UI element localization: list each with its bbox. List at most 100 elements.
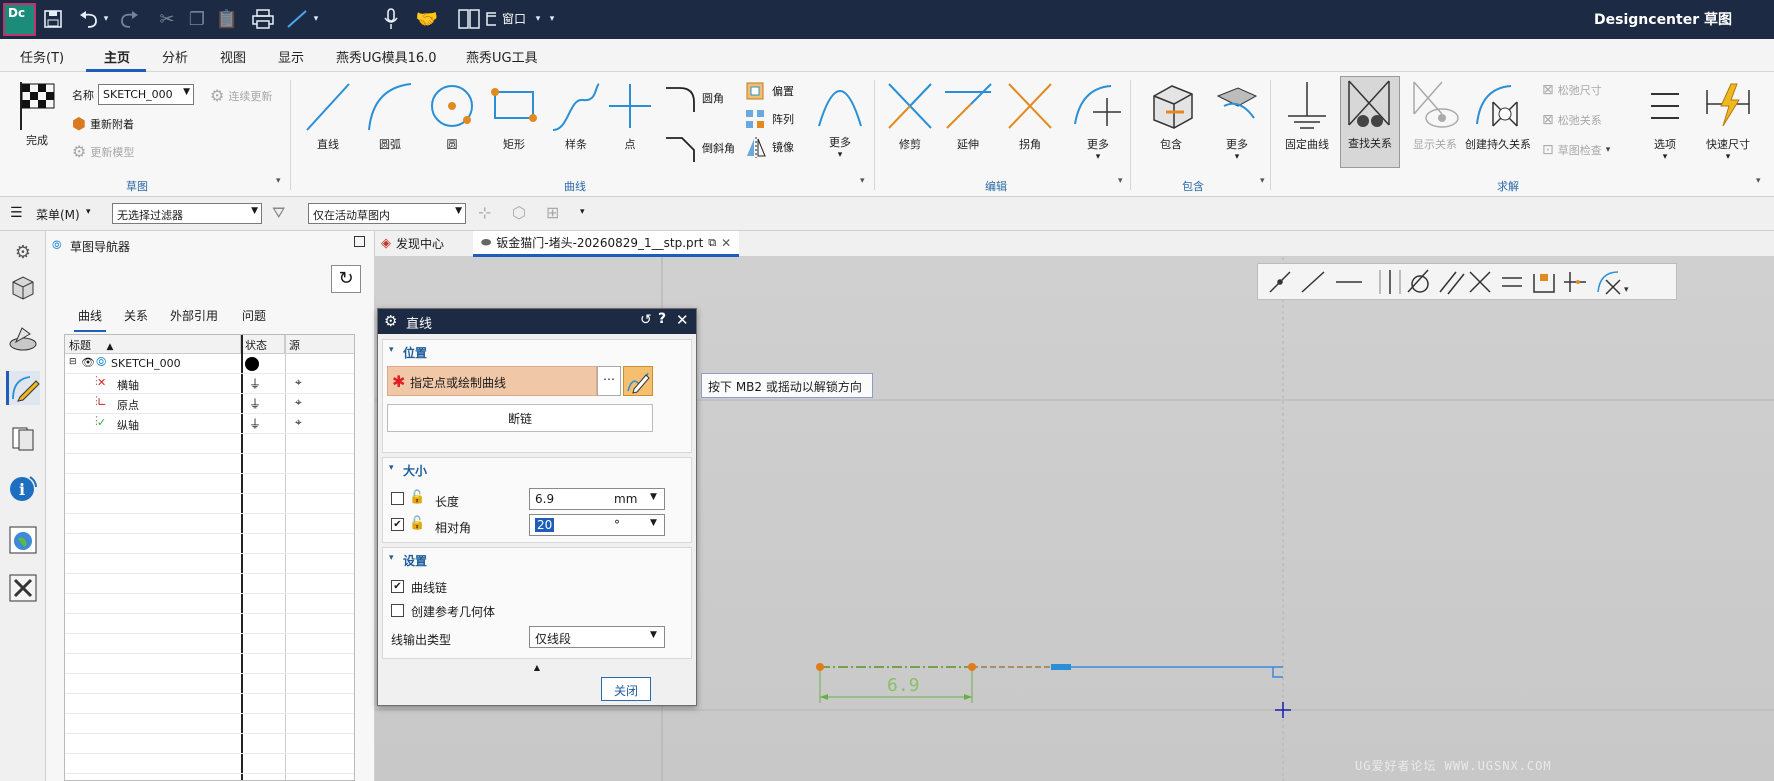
chevron-down-icon[interactable]: ▾ [389,463,394,473]
corner-button[interactable]: 拐角 [1002,78,1058,152]
dialog-title-bar[interactable]: ⚙ 直线 ↺ ? ✕ [378,309,696,334]
tab-yanxiu-tools[interactable]: 燕秀UG工具 [466,47,538,66]
copy-icon[interactable]: ❐ [184,6,210,32]
chevron-down-icon[interactable]: ▼ [650,518,657,528]
sketch-navigator-icon[interactable] [6,371,40,405]
continuous-update-button[interactable]: ⚙ 连续更新 [210,86,272,105]
collapse-dialog-icon[interactable]: ▲ [382,663,692,673]
settings-gear-icon[interactable]: ⚙ [6,235,40,269]
snap-relations-icon[interactable] [1597,271,1621,295]
options-button[interactable]: 选项 ▾ [1640,78,1690,162]
chevron-down-icon[interactable]: ▼ [650,492,657,502]
cut-icon[interactable]: ✂ [154,6,180,32]
select-body-icon[interactable]: ⬡ [512,203,526,222]
nav-tab-issues[interactable]: 问题 [242,307,266,324]
rapid-dimension-button[interactable]: 快速尺寸 ▾ [1696,78,1760,162]
print-icon[interactable] [250,6,276,32]
paste-icon[interactable]: 📋 [214,6,240,32]
sketch-curve-button[interactable] [623,366,653,396]
specify-point-selector[interactable]: ✱ 指定点或绘制曲线 [387,366,597,396]
reattach-button[interactable]: ⬢ 重新附着 [72,114,134,133]
undo-icon[interactable] [76,6,102,32]
circle-button[interactable]: 圆 [424,78,480,152]
tab-view[interactable]: 视图 [220,47,246,66]
line-start-point[interactable] [816,663,824,671]
chevron-down-icon[interactable]: ▾ [389,553,394,563]
snap-rectangle-icon[interactable] [1533,274,1555,293]
table-row[interactable]: ⊟ 👁 ⦾ SKETCH_000 [65,354,354,374]
selection-filter-select[interactable]: 无选择过滤器 ▼ [112,203,262,224]
chevron-down-icon[interactable]: ▾ [580,207,585,217]
point-button[interactable]: 点 [604,78,656,152]
column-header-source[interactable]: 源 [285,335,354,354]
window-menu[interactable]: 窗口 [502,10,526,27]
spline-button[interactable]: 样条 [548,78,604,152]
table-row[interactable]: ⋮ ∟ 原点 ⏚ ⌖ [65,394,354,414]
sketch-name-select[interactable]: SKETCH_000 ▼ [98,84,194,105]
line-tool-icon[interactable] [284,6,310,32]
include-more-button[interactable]: 更多 ▾ [1206,78,1268,162]
pattern-button[interactable]: 阵列 [744,108,794,130]
select-face-icon[interactable]: ⊞ [546,203,559,222]
close-icon[interactable]: ✕ [676,311,689,329]
close-button[interactable]: 关闭 [601,677,651,701]
collapse-icon[interactable]: ⊟ [69,357,77,367]
output-type-select[interactable]: 仅线段 ▼ [529,626,665,648]
edit-group-expand-icon[interactable]: ▾ [1118,176,1123,186]
snap-curve-icon[interactable]: ⊹ [478,203,491,222]
dimension-text[interactable]: 6.9 [887,675,920,696]
chevron-down-icon[interactable]: ▼ [650,630,657,640]
relax-dims-button[interactable]: ⊠ 松弛尺寸 [1542,82,1602,98]
offset-button[interactable]: 偏置 [744,80,794,102]
close-tab-icon[interactable]: ✕ [721,236,731,250]
mirror-button[interactable]: 镜像 [744,136,794,158]
nav-tab-curves[interactable]: 曲线 [74,307,107,332]
sketch-group-expand-icon[interactable]: ▾ [276,176,281,186]
include-group-expand-icon[interactable]: ▾ [1260,176,1265,186]
chevron-down-icon[interactable]: ▾ [86,207,91,217]
solve-group-expand-icon[interactable]: ▾ [1756,176,1761,186]
tab-part-file[interactable]: ⬬ 钣金猫门-堵头-20260829_1__stp.prt ⧉ ✕ [473,231,740,257]
include-button[interactable]: 包含 [1140,78,1202,152]
tab-yanxiu-mold[interactable]: 燕秀UG模具16.0 [336,47,437,66]
reuse-library-icon[interactable] [6,421,40,455]
refresh-button[interactable]: ↻ [331,265,361,293]
snap-midpoint-icon[interactable] [1269,271,1291,293]
tab-task[interactable]: 任务(T) [20,47,64,66]
tab-home[interactable]: 主页 [104,47,130,66]
fix-curve-button[interactable]: 固定曲线 [1276,78,1338,152]
tools-icon[interactable] [6,571,40,605]
sketch-check-button[interactable]: ⊡ 草图检查 ▾ [1542,142,1610,158]
snap-tangent-icon[interactable] [1407,269,1429,293]
line-end-point[interactable] [968,663,976,671]
customize-qat-icon[interactable]: ▾ [546,6,558,32]
maximize-panel-icon[interactable] [354,236,365,247]
info-icon[interactable]: i [6,471,40,505]
lock-length-checkbox[interactable] [391,492,404,505]
eye-icon[interactable]: 👁 [81,356,95,369]
find-relations-button[interactable]: 查找关系 [1340,76,1400,168]
snap-point-on-curve-icon[interactable] [1564,272,1586,292]
create-persistent-relations-button[interactable]: 创建持久关系 [1462,78,1534,152]
web-browser-icon[interactable] [6,523,40,557]
column-header-status[interactable]: 状态 [241,335,285,354]
rectangle-button[interactable]: 矩形 [486,78,542,152]
column-header-title[interactable]: 标题 ▲ [65,335,241,354]
table-row[interactable]: ⋮ ✓ 纵轴 ⏚ ⌖ [65,414,354,434]
angle-input[interactable]: 20 ° ▼ [529,514,665,536]
snap-perpendicular-icon[interactable] [1469,271,1491,293]
show-relations-button[interactable]: 显示关系 [1404,78,1466,152]
reset-icon[interactable]: ↺ [640,312,652,328]
fillet-button[interactable]: 圆角 [664,84,724,112]
menu-icon[interactable]: ☰ [10,205,23,221]
menu-button[interactable]: 菜单(M) [36,206,80,223]
relax-relations-button[interactable]: ⊠ 松弛关系 [1542,112,1602,128]
trim-button[interactable]: 修剪 [882,78,938,152]
window-layout-icon[interactable] [456,6,482,32]
microphone-icon[interactable] [378,6,404,32]
line-button[interactable]: 直线 [300,78,356,152]
app-logo[interactable]: Dc [3,3,36,36]
part-navigator-icon[interactable] [6,271,40,305]
point-dialog-button[interactable]: ⋯ [597,366,621,396]
undo-dropdown-icon[interactable]: ▾ [100,6,112,32]
